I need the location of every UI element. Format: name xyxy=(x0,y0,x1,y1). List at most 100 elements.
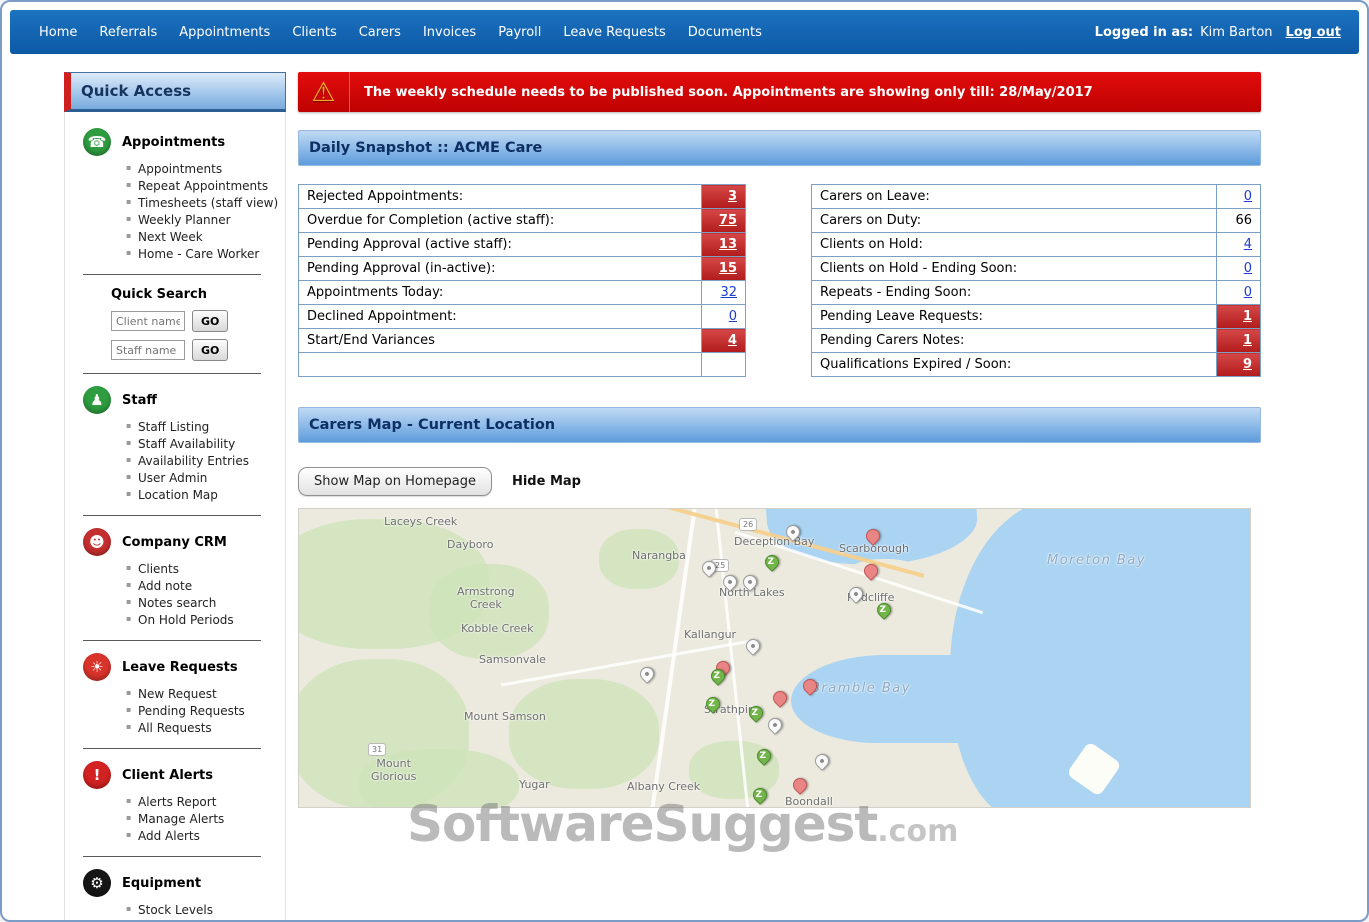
sidebar-section-title: Company CRM xyxy=(122,535,227,550)
map-pin-gray[interactable] xyxy=(743,636,763,656)
stat-value[interactable]: 1 xyxy=(1217,305,1261,329)
sidebar-item-list: New RequestPending RequestsAll Requests xyxy=(138,685,285,736)
sidebar-item-home-care-worker[interactable]: Home - Care Worker xyxy=(138,245,285,262)
stat-value[interactable]: 13 xyxy=(702,233,746,257)
map-pin-red[interactable] xyxy=(770,688,790,708)
map-label-dayboro: Dayboro xyxy=(447,538,493,551)
sidebar-item-add-alerts[interactable]: Add Alerts xyxy=(138,827,285,844)
sidebar-divider xyxy=(83,856,261,857)
pin-label: Z xyxy=(760,751,767,761)
sidebar-item-list: ClientsAdd noteNotes searchOn Hold Perio… xyxy=(138,560,285,628)
sidebar-item-next-week[interactable]: Next Week xyxy=(138,228,285,245)
sidebar-item-new-request[interactable]: New Request xyxy=(138,685,285,702)
daily-snapshot-title: Daily Snapshot :: ACME Care xyxy=(309,140,542,156)
map-pin-gray[interactable] xyxy=(765,715,785,735)
sidebar-section-head: ☀Leave Requests xyxy=(83,653,285,681)
stat-value[interactable]: 1 xyxy=(1217,329,1261,353)
sidebar-title: Quick Access xyxy=(81,82,191,100)
carers-map-title: Carers Map - Current Location xyxy=(309,417,555,433)
stat-value[interactable]: 0 xyxy=(1217,281,1261,305)
warning-triangle-icon: ⚠ xyxy=(311,79,335,106)
sidebar-item-repeat-appointments[interactable]: Repeat Appointments xyxy=(138,177,285,194)
stat-value: 66 xyxy=(1217,209,1261,233)
sidebar-item-staff-availability[interactable]: Staff Availability xyxy=(138,435,285,452)
stat-value[interactable]: 15 xyxy=(702,257,746,281)
stat-row: Appointments Today:32 xyxy=(299,281,746,305)
stat-label: Pending Carers Notes: xyxy=(812,329,1217,353)
client-search-go-button[interactable]: GO xyxy=(192,310,228,332)
sidebar-item-add-note[interactable]: Add note xyxy=(138,577,285,594)
stat-value[interactable]: 0 xyxy=(1217,185,1261,209)
sidebar-item-availability-entries[interactable]: Availability Entries xyxy=(138,452,285,469)
staff-search-go-button[interactable]: GO xyxy=(192,339,228,361)
nav-item-referrals[interactable]: Referrals xyxy=(88,25,168,40)
nav-right: Logged in as: Kim Barton Log out xyxy=(1095,25,1341,40)
sidebar-item-stock-levels[interactable]: Stock Levels xyxy=(138,901,285,918)
sidebar-item-user-admin[interactable]: User Admin xyxy=(138,469,285,486)
nav-item-leave-requests[interactable]: Leave Requests xyxy=(552,25,676,40)
quick-search-panel: Quick Search GO GO xyxy=(111,287,285,361)
nav-item-clients[interactable]: Clients xyxy=(281,25,347,40)
stat-value[interactable]: 75 xyxy=(702,209,746,233)
sidebar-item-all-requests[interactable]: All Requests xyxy=(138,719,285,736)
nav-item-payroll[interactable]: Payroll xyxy=(487,25,552,40)
nav-item-home[interactable]: Home xyxy=(28,25,88,40)
staff-name-input[interactable] xyxy=(111,340,185,360)
leave-sun-icon: ☀ xyxy=(83,653,111,681)
sidebar-item-location-map[interactable]: Location Map xyxy=(138,486,285,503)
sidebar-item-notes-search[interactable]: Notes search xyxy=(138,594,285,611)
nav-item-appointments[interactable]: Appointments xyxy=(168,25,281,40)
sidebar-section-title: Client Alerts xyxy=(122,768,213,783)
map-label-deception-bay: Deception Bay xyxy=(734,535,814,548)
stat-value[interactable]: 9 xyxy=(1217,353,1261,377)
logout-link[interactable]: Log out xyxy=(1286,25,1341,40)
sidebar-item-staff-usage[interactable]: Staff Usage xyxy=(138,918,285,922)
sidebar-item-staff-listing[interactable]: Staff Listing xyxy=(138,418,285,435)
daily-snapshot-header: Daily Snapshot :: ACME Care xyxy=(298,130,1261,166)
map-label-yugar: Yugar xyxy=(519,778,550,791)
sidebar-item-pending-requests[interactable]: Pending Requests xyxy=(138,702,285,719)
sidebar-item-manage-alerts[interactable]: Manage Alerts xyxy=(138,810,285,827)
alert-icon-box: ⚠ xyxy=(298,72,350,112)
map-route-shield-31: 31 xyxy=(368,743,386,756)
sidebar-item-weekly-planner[interactable]: Weekly Planner xyxy=(138,211,285,228)
stat-value[interactable]: 4 xyxy=(1217,233,1261,257)
nav-item-invoices[interactable]: Invoices xyxy=(412,25,487,40)
stat-value[interactable]: 3 xyxy=(702,185,746,209)
map-route-shield-26: 26 xyxy=(739,518,757,531)
nav-item-documents[interactable]: Documents xyxy=(677,25,773,40)
show-map-on-homepage-button[interactable]: Show Map on Homepage xyxy=(298,467,492,496)
nav-item-carers[interactable]: Carers xyxy=(348,25,412,40)
quick-search-title: Quick Search xyxy=(111,287,285,302)
schedule-alert-banner: ⚠ The weekly schedule needs to be publis… xyxy=(298,72,1261,112)
sidebar-item-on-hold-periods[interactable]: On Hold Periods xyxy=(138,611,285,628)
map-label-armstrong-creek: Armstrong Creek xyxy=(457,585,515,611)
map-green-area xyxy=(509,679,659,789)
client-name-input[interactable] xyxy=(111,311,185,331)
map-controls: Show Map on Homepage Hide Map xyxy=(298,467,1261,496)
stat-row: Pending Leave Requests:1 xyxy=(812,305,1261,329)
sidebar-item-alerts-report[interactable]: Alerts Report xyxy=(138,793,285,810)
sidebar-item-list: AppointmentsRepeat AppointmentsTimesheet… xyxy=(138,160,285,262)
map-pin-gray[interactable] xyxy=(637,664,657,684)
alert-message: The weekly schedule needs to be publishe… xyxy=(364,85,1093,100)
map-pin-gray[interactable] xyxy=(812,751,832,771)
stat-label: Pending Leave Requests: xyxy=(812,305,1217,329)
hide-map-link[interactable]: Hide Map xyxy=(512,474,581,489)
stat-value[interactable]: 0 xyxy=(702,305,746,329)
logged-in-user: Kim Barton xyxy=(1200,25,1272,40)
calendar-phone-icon: ☎ xyxy=(83,128,111,156)
map-canvas[interactable]: Laceys CreekDayboroNarangbaDeception Bay… xyxy=(298,508,1251,808)
map-pin-green[interactable]: Z xyxy=(762,552,782,572)
sidebar-item-clients[interactable]: Clients xyxy=(138,560,285,577)
map-pin-red[interactable] xyxy=(790,775,810,795)
sidebar-item-appointments[interactable]: Appointments xyxy=(138,160,285,177)
stat-row: Declined Appointment:0 xyxy=(299,305,746,329)
sidebar-divider xyxy=(83,748,261,749)
stat-value[interactable]: 0 xyxy=(1217,257,1261,281)
sidebar-item-timesheets-staff-view[interactable]: Timesheets (staff view) xyxy=(138,194,285,211)
stat-row: Qualifications Expired / Soon:9 xyxy=(812,353,1261,377)
stat-value[interactable]: 4 xyxy=(702,329,746,353)
stat-row: Start/End Variances4 xyxy=(299,329,746,353)
stat-value[interactable]: 32 xyxy=(702,281,746,305)
